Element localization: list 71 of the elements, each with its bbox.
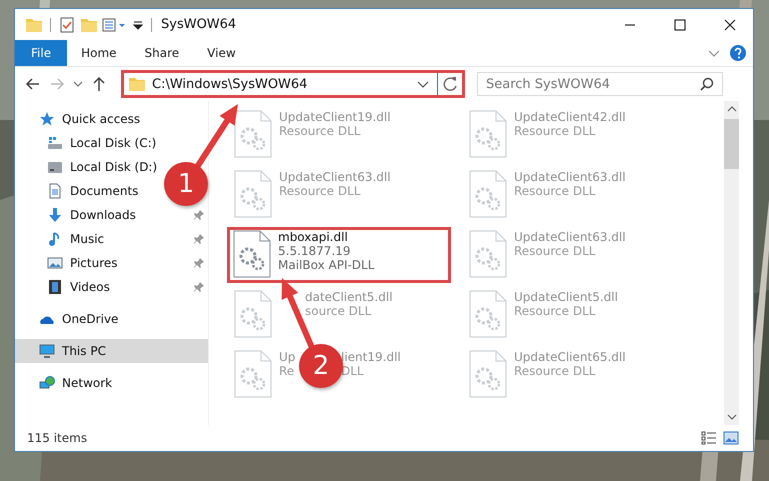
checklist-icon[interactable] xyxy=(58,16,76,34)
back-arrow-icon[interactable] xyxy=(25,76,41,92)
sidebar-item[interactable]: Downloads xyxy=(47,207,136,223)
file-name: UpdateClient63.dll xyxy=(514,170,626,184)
drive-icon xyxy=(47,159,63,175)
file-name: UpdateClient65.dll xyxy=(514,350,626,364)
file-detail: Resource DLL xyxy=(514,124,596,138)
picture-frame-icon xyxy=(47,255,63,271)
file-detail: 5.5.1877.19 xyxy=(278,244,352,258)
file-detail: DLL xyxy=(341,364,364,378)
sidebar-item[interactable]: Music xyxy=(47,231,104,247)
file-name: UpdateClient63.dll xyxy=(279,170,391,184)
pin-icon[interactable] xyxy=(194,210,204,220)
ribbon-tab[interactable]: View xyxy=(193,40,250,66)
window-title: SysWOW64 xyxy=(161,17,236,32)
large-icons-view-icon[interactable] xyxy=(723,431,739,445)
pin-icon[interactable] xyxy=(194,234,204,244)
address-bar[interactable]: C:\Windows\SysWOW64 xyxy=(121,70,465,98)
up-arrow-icon[interactable] xyxy=(91,76,107,92)
details-view-icon[interactable] xyxy=(701,431,717,445)
sidebar-item[interactable]: This PC xyxy=(15,339,208,363)
download-arrow-icon xyxy=(47,207,63,223)
help-icon[interactable] xyxy=(729,44,747,62)
sidebar-item[interactable]: Local Disk (D:) xyxy=(47,159,158,175)
scroll-up-icon[interactable] xyxy=(726,105,736,113)
sidebar-item[interactable]: Documents xyxy=(47,183,138,199)
drive-icon xyxy=(47,135,63,151)
sidebar-item[interactable]: Quick access xyxy=(39,111,140,127)
search-field[interactable]: Search SysWOW64 xyxy=(477,72,723,96)
sidebar-item[interactable]: Local Disk (C:) xyxy=(47,135,156,151)
film-strip-icon xyxy=(47,279,63,295)
gear-file-icon xyxy=(232,230,272,278)
file-name: UpdateClient19.dll xyxy=(279,110,391,124)
forward-arrow-icon xyxy=(49,76,65,92)
star-icon xyxy=(39,111,55,127)
search-icon[interactable] xyxy=(700,77,714,91)
file-detail: Resource DLL xyxy=(514,364,596,378)
file-name: UpdateClient63.dll xyxy=(514,230,626,244)
file-name: UpdateClient5.dll xyxy=(514,290,618,304)
file-detail: Resource DLL xyxy=(514,184,596,198)
file-name: Up xyxy=(279,350,296,364)
ribbon-tab[interactable]: Share xyxy=(130,40,194,66)
scroll-down-icon[interactable] xyxy=(726,413,736,421)
file-item[interactable]: mboxapi.dll 5.5.1877.19 MailBox API-DLL xyxy=(227,227,451,283)
item-count: 115 items xyxy=(27,431,88,445)
monitor-icon xyxy=(39,343,55,359)
file-detail: Re xyxy=(279,364,296,378)
file-detail: Resource DLL xyxy=(514,304,596,318)
ribbon-tab[interactable]: Home xyxy=(67,40,131,66)
sidebar-item[interactable]: Videos xyxy=(47,279,110,295)
properties-icon[interactable] xyxy=(102,16,128,34)
pin-icon[interactable] xyxy=(194,258,204,268)
file-detail: Resource DLL xyxy=(514,244,596,258)
folder-icon xyxy=(128,75,146,93)
file-name: UpdateClient42.dll xyxy=(514,110,626,124)
sidebar-item[interactable]: Network xyxy=(39,375,112,391)
network-icon xyxy=(39,375,55,391)
file-name: mboxapi.dll xyxy=(278,230,349,244)
file-name: lient19.dll xyxy=(341,350,401,364)
ribbon-tab[interactable]: File xyxy=(15,40,68,66)
scrollbar-thumb[interactable] xyxy=(724,119,739,169)
file-detail: MailBox API-DLL xyxy=(278,258,374,272)
scrollbar[interactable] xyxy=(724,101,739,425)
file-detail: source DLL xyxy=(304,304,372,318)
sidebar-item[interactable]: Pictures xyxy=(47,255,118,271)
file-detail: Resource DLL xyxy=(279,184,362,198)
file-name: dateClient5.dll xyxy=(304,290,393,304)
sidebar-item[interactable]: OneDrive xyxy=(39,311,118,327)
file-detail: Resource DLL xyxy=(279,124,362,138)
document-icon xyxy=(47,183,63,199)
pin-icon[interactable] xyxy=(194,282,204,292)
